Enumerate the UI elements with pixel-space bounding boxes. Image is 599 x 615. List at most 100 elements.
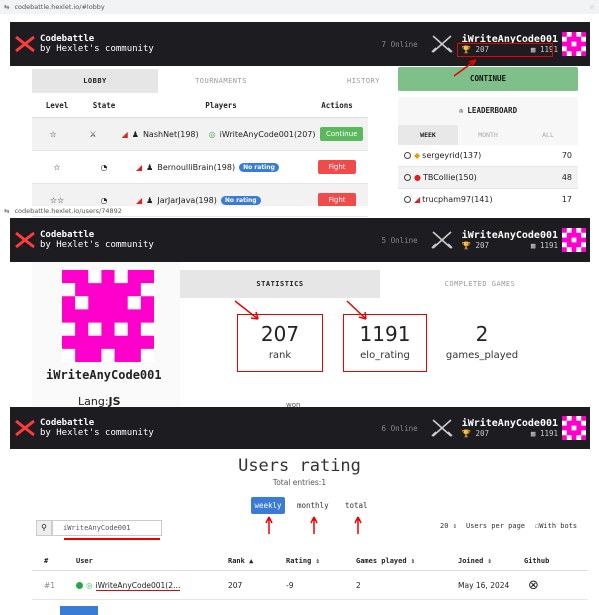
username: iWriteAnyCode001: [461, 418, 558, 429]
fight-button[interactable]: Fight: [318, 160, 356, 174]
swords-state-icon: ⚔: [89, 129, 97, 139]
tab-tournaments[interactable]: TOURNAMENTS: [158, 69, 284, 93]
period-total[interactable]: total: [345, 497, 368, 514]
pagination[interactable]: [60, 606, 98, 615]
status-icon: [404, 196, 411, 203]
brand-subtitle: by Hexlet's community: [40, 428, 154, 438]
crossed-swords-logo-icon: [15, 35, 35, 53]
leaderboard-title: ♔ LEADERBOARD: [398, 97, 578, 125]
brand-subtitle: by Hexlet's community: [40, 240, 154, 250]
elo-value: ▦ 1191: [530, 241, 558, 250]
user-link[interactable]: iWriteAnyCode001(2…: [95, 581, 181, 591]
swords-icon[interactable]: [430, 34, 454, 54]
period-monthly[interactable]: monthly: [297, 497, 329, 514]
swords-icon[interactable]: [430, 230, 454, 250]
annotation-arrow: [310, 516, 318, 534]
swords-icon[interactable]: [430, 418, 454, 438]
leaderboard-tabs: WEEK MONTH ALL: [398, 125, 578, 145]
page-title: Users rating: [238, 456, 361, 476]
logo[interactable]: Codebattle by Hexlet's community: [14, 418, 154, 438]
annotation-arrow: [265, 516, 273, 534]
leaderboard-list: ◆ sergeyrid(137) 70 ● TBCollie(150) 48 ◢ truc…: [398, 145, 578, 211]
col-games-played[interactable]: Games played ⇕: [356, 557, 458, 565]
address-bar[interactable]: ⇆ codebattle.hexlet.io/users/74892: [0, 206, 599, 216]
annotation-underline: [64, 538, 160, 540]
profile-tabs: STATISTICS COMPLETED GAMES: [180, 270, 580, 298]
fight-button[interactable]: Fight: [318, 193, 356, 207]
player-name[interactable]: JarJarJava(198): [157, 196, 217, 205]
continue-game-button[interactable]: Continue: [320, 127, 364, 141]
stat-label: games_played: [445, 350, 519, 361]
annotation-arrow: [234, 300, 259, 320]
online-count: 7 Online: [381, 39, 418, 49]
col-level: Level: [45, 101, 69, 110]
list-item[interactable]: ◆ sergeyrid(137) 70: [398, 145, 578, 167]
logo[interactable]: Codebattle by Hexlet's community: [14, 34, 154, 54]
col-rating[interactable]: Rating ⇕: [286, 557, 356, 565]
row-games: 2: [356, 581, 361, 590]
player-icon: ♟: [131, 129, 139, 139]
lang-icon: ◎: [86, 581, 93, 590]
row-user[interactable]: ◎ iWriteAnyCode001(2…: [76, 581, 228, 591]
table-row[interactable]: ☆ ⚔ ◢ ♟ NashNet(198) ◎ iWriteAnyCode001(207)…: [32, 118, 368, 151]
avatar[interactable]: [562, 416, 586, 440]
search-input[interactable]: iWriteAnyCode001: [52, 520, 162, 536]
user-info[interactable]: iWriteAnyCode001 🏆 207 ▦ 1191: [462, 230, 558, 250]
with-bots-checkbox[interactable]: ☐With bots: [535, 522, 577, 530]
rank-value: 🏆 207: [461, 241, 490, 250]
site-header: Codebattle by Hexlet's community 5 Online…: [10, 218, 590, 262]
list-item[interactable]: ● TBCollie(150) 48: [398, 167, 578, 189]
clock-state-icon: ◔: [100, 195, 108, 205]
level-stars: ☆: [49, 129, 57, 139]
col-github: Github: [524, 556, 550, 565]
row-rating: -9: [286, 581, 294, 590]
address-bar[interactable]: ⇆ codebattle.hexlet.io/#lobby ☆: [0, 0, 599, 14]
highlight-box: [457, 43, 553, 57]
tab-statistics[interactable]: STATISTICS: [180, 270, 380, 298]
tab-all[interactable]: ALL: [518, 125, 578, 145]
site-settings-icon[interactable]: ⇆: [4, 3, 9, 11]
leader-score: 48: [561, 173, 572, 182]
tab-month[interactable]: MONTH: [458, 125, 518, 145]
url-text: codebattle.hexlet.io/#lobby: [14, 3, 105, 11]
table-row[interactable]: ☆ ◔ ◢ ♟ BernoulliBrain(198) No rating Fight: [32, 151, 368, 184]
per-page-select[interactable]: 20 ⇕: [440, 522, 457, 530]
tab-week[interactable]: WEEK: [398, 125, 458, 145]
site-settings-icon[interactable]: ⇆: [4, 207, 9, 215]
bookmark-icon[interactable]: ☆: [589, 3, 595, 11]
col-players: Players: [205, 101, 237, 110]
avatar[interactable]: [562, 228, 586, 252]
stat-value: 1191: [359, 322, 411, 346]
tab-lobby[interactable]: LOBBY: [32, 69, 158, 93]
col-rank[interactable]: Rank ▲: [228, 557, 286, 565]
url-text: codebattle.hexlet.io/users/74892: [14, 207, 122, 215]
flag-icon: ◢: [414, 195, 421, 204]
flag-icon: ◢: [136, 195, 143, 205]
tab-history[interactable]: HISTORY: [284, 69, 390, 93]
player-name[interactable]: iWriteAnyCode001(207): [220, 130, 316, 139]
user-info[interactable]: iWriteAnyCode001 🏆 207 ▦ 1191: [462, 418, 558, 438]
col-joined[interactable]: Joined ⇕: [458, 557, 524, 565]
player-name[interactable]: BernoulliBrain(198): [157, 163, 235, 172]
leader-name[interactable]: sergeyrid(137): [422, 151, 481, 160]
continue-button[interactable]: CONTINUE: [398, 67, 578, 91]
period-weekly[interactable]: weekly: [251, 497, 285, 514]
player-name[interactable]: NashNet(198): [143, 130, 199, 139]
flag-icon: ◢: [121, 129, 128, 139]
avatar[interactable]: [562, 32, 586, 56]
flag-icon: ◢: [136, 162, 143, 172]
leader-name[interactable]: trucpham97(141): [422, 195, 492, 204]
leader-name[interactable]: TBCollie(150): [423, 173, 477, 182]
search-icon[interactable]: ⚲: [36, 520, 52, 536]
logo[interactable]: Codebattle by Hexlet's community: [14, 230, 154, 250]
col-state: State: [92, 101, 116, 110]
table-row[interactable]: #1 ◎ iWriteAnyCode001(2… 207 -9 2 May 16,…: [32, 572, 588, 600]
player-icon: ♟: [146, 162, 154, 172]
stat-rank: 207 rank: [237, 322, 323, 361]
tab-completed-games[interactable]: COMPLETED GAMES: [380, 270, 580, 298]
online-status-icon: [76, 582, 83, 589]
level-stars: ☆☆: [49, 195, 65, 205]
brand-title: Codebattle: [40, 34, 95, 44]
annotation-arrow: [354, 516, 362, 534]
per-page-label: Users per page: [466, 522, 526, 530]
